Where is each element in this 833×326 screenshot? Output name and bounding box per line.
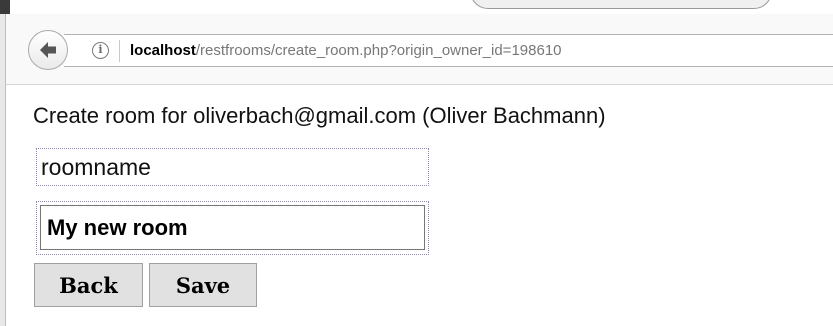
save-button[interactable]: Save [149,263,257,307]
url-path: /restfrooms/create_room.php?origin_owner… [195,42,562,59]
address-bar-divider [119,39,120,62]
browser-window: i localhost/restfrooms/create_room.php?o… [0,0,833,326]
address-bar[interactable]: i localhost/restfrooms/create_room.php?o… [64,34,833,67]
roomname-label: roomname [36,148,429,186]
room-name-field-wrapper [36,201,429,255]
url-text: localhost/restfrooms/create_room.php?ori… [130,42,562,59]
navigation-bar: i localhost/restfrooms/create_room.php?o… [0,14,833,85]
room-name-input[interactable] [40,205,425,250]
tab-strip-corner [0,0,10,14]
back-button[interactable]: Back [34,263,143,307]
browser-back-button[interactable] [28,30,68,70]
browser-tab[interactable] [470,0,772,9]
url-host: localhost [130,42,196,59]
arrow-left-icon [40,42,56,58]
page-content: Create room for oliverbach@gmail.com (Ol… [0,85,833,326]
page-heading: Create room for oliverbach@gmail.com (Ol… [33,103,606,128]
tab-strip [0,0,833,14]
info-icon[interactable]: i [92,42,109,59]
